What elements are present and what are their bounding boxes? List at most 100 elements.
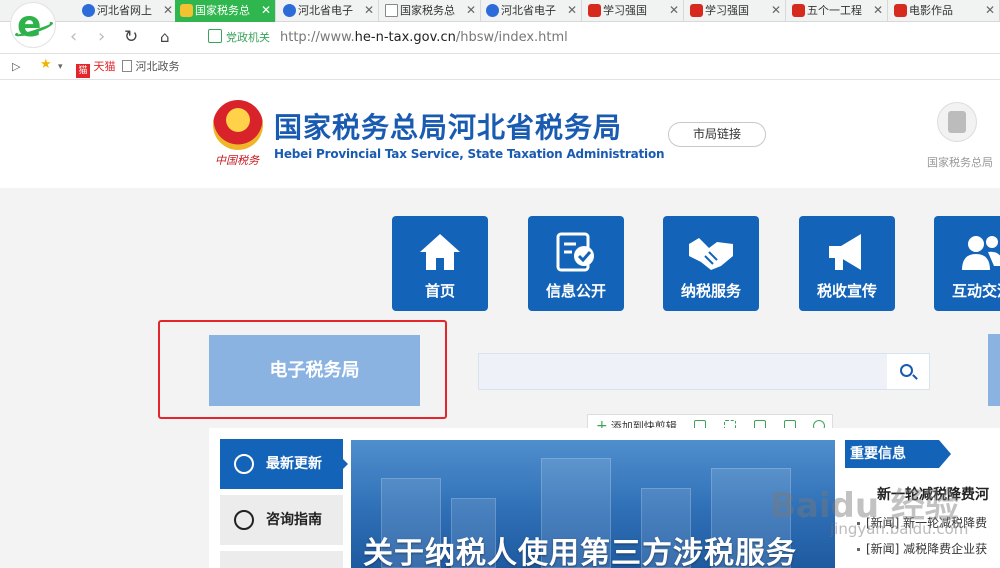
search-bar xyxy=(478,353,930,390)
tax-emblem-icon xyxy=(180,4,193,17)
browser-nav-bar: ‹ › ↻ ⌂ 党政机关 http://www.he-n-tax.gov.cn/h… xyxy=(0,22,1000,54)
browser-tab-active[interactable]: 国家税务总 ✕ xyxy=(175,0,276,22)
url-path: /hbsw/index.html xyxy=(455,30,568,45)
tax-emblem-icon xyxy=(213,100,263,150)
nav-tile-label: 税收宣传 xyxy=(816,282,877,300)
browser-tab[interactable]: 学习强国 ✕ xyxy=(583,0,684,22)
tab-label: 电影作品 xyxy=(909,4,953,17)
close-icon[interactable]: ✕ xyxy=(163,0,173,21)
tab-label: 国家税务总 xyxy=(195,4,250,17)
tab-label: 学习强国 xyxy=(705,4,749,17)
xuexi-icon xyxy=(894,4,907,17)
side-panel-tab[interactable] xyxy=(988,334,1000,406)
close-icon[interactable]: ✕ xyxy=(669,0,679,21)
chat-icon xyxy=(234,510,254,530)
browser-tab[interactable]: 学习强国 ✕ xyxy=(685,0,786,22)
important-news-header: 重要信息 xyxy=(845,440,951,468)
forward-arrow-icon[interactable]: › xyxy=(98,26,105,48)
news-banner[interactable]: 关于纳税人使用第三方涉税服务 xyxy=(351,440,835,568)
browser-tab[interactable]: 电影作品 ✕ xyxy=(889,0,1000,22)
tmall-icon: 猫 xyxy=(76,64,90,78)
tab-label: 学习强国 xyxy=(603,4,647,17)
search-button[interactable] xyxy=(887,354,929,389)
nav-tile-label: 首页 xyxy=(424,282,455,300)
browser-tab[interactable]: 国家税务总 ✕ xyxy=(380,0,481,22)
xuexi-icon xyxy=(690,4,703,17)
tab-label: 河北省电子 xyxy=(298,4,353,17)
nav-tile-label: 互动交流 xyxy=(951,282,1000,300)
sidebar-item-guide[interactable]: 咨询指南 xyxy=(220,495,343,545)
highlight-frame xyxy=(158,320,447,419)
sidebar-item-label: 最新更新 xyxy=(266,456,322,472)
news-item[interactable]: [新闻] 减税降费企业获 xyxy=(857,540,987,557)
address-bar[interactable]: 党政机关 http://www.he-n-tax.gov.cn/hbsw/inde… xyxy=(208,27,988,49)
tab-label: 河北省网上 xyxy=(97,4,152,17)
refresh-icon[interactable]: ↻ xyxy=(124,26,138,48)
clock-refresh-icon xyxy=(234,454,254,474)
bookmark-label: 河北政务 xyxy=(135,60,180,73)
handshake-icon xyxy=(689,238,733,270)
document-icon xyxy=(122,60,132,72)
close-icon[interactable]: ✕ xyxy=(771,0,781,21)
home-icon xyxy=(420,234,460,270)
sidebar-item-latest[interactable]: 最新更新 xyxy=(220,439,343,489)
site-subtitle: Hebei Provincial Tax Service, State Taxa… xyxy=(274,147,665,161)
site-header: 中国税务 国家税务总局河北省税务局 Hebei Provincial Tax S… xyxy=(0,80,1000,188)
baidu-paw-icon xyxy=(283,4,296,17)
search-input[interactable] xyxy=(479,354,887,389)
xuexi-icon xyxy=(588,4,601,17)
bookmark-bar: ▷ ★ ▾ 猫 天猫 河北政务 xyxy=(0,54,1000,80)
baidu-watermark-url: jingyan.baidu.com xyxy=(830,520,969,538)
browser-tab[interactable]: 五个一工程 ✕ xyxy=(787,0,888,22)
tab-label: 河北省电子 xyxy=(501,4,556,17)
close-icon[interactable]: ✕ xyxy=(466,0,476,21)
url-domain: he-n-tax.gov.cn xyxy=(354,30,456,45)
city-link-button[interactable]: 市局链接 xyxy=(668,122,766,147)
close-icon[interactable]: ✕ xyxy=(364,0,374,21)
nav-tile-home[interactable]: 首页 xyxy=(392,216,488,311)
national-tax-caption[interactable]: 国家税务总局 xyxy=(927,154,993,170)
sidebar-item-label: 咨询指南 xyxy=(266,512,322,528)
site-title[interactable]: 国家税务总局河北省税务局 xyxy=(274,106,622,146)
browser-logo-icon[interactable]: e xyxy=(10,2,56,48)
browser-tab[interactable]: 河北省电子 ✕ xyxy=(481,0,582,22)
close-icon[interactable]: ✕ xyxy=(985,0,995,21)
star-icon[interactable]: ★ xyxy=(40,57,52,73)
close-icon[interactable]: ✕ xyxy=(873,0,883,21)
document-check-icon xyxy=(556,232,594,272)
xuexi-icon xyxy=(792,4,805,17)
people-icon xyxy=(962,236,1000,270)
back-arrow-icon[interactable]: ‹ xyxy=(70,26,77,48)
url-prefix: http://www. xyxy=(280,30,355,45)
sidebar-item[interactable] xyxy=(220,551,343,568)
bookmark-item[interactable]: 河北政务 xyxy=(122,59,180,75)
national-tax-logo-icon[interactable] xyxy=(937,102,977,142)
tab-label: 五个一工程 xyxy=(807,4,862,17)
close-icon[interactable]: ✕ xyxy=(567,0,577,21)
active-arrow xyxy=(343,459,348,469)
banner-headline[interactable]: 关于纳税人使用第三方涉税服务 xyxy=(363,528,797,568)
nav-tile-publicity[interactable]: 税收宣传 xyxy=(799,216,895,311)
baidu-paw-icon xyxy=(82,4,95,17)
browser-tab[interactable]: 河北省电子 ✕ xyxy=(278,0,379,22)
nav-tile-label: 信息公开 xyxy=(545,282,606,300)
home-icon[interactable]: ⌂ xyxy=(160,26,170,48)
chevron-down-icon[interactable]: ▾ xyxy=(58,59,63,75)
sidebar-toggle-icon[interactable]: ▷ xyxy=(12,59,20,75)
gov-badge: 党政机关 xyxy=(226,31,270,44)
bookmark-item[interactable]: 猫 天猫 xyxy=(76,59,116,78)
nav-tile-interaction[interactable]: 互动交流 xyxy=(934,216,1000,311)
close-icon[interactable]: ✕ xyxy=(261,0,271,21)
shield-icon xyxy=(208,29,222,43)
tab-label: 国家税务总 xyxy=(400,4,455,17)
nav-tile-service[interactable]: 纳税服务 xyxy=(663,216,759,311)
megaphone-icon xyxy=(829,234,861,270)
bookmark-label: 天猫 xyxy=(93,60,116,73)
baidu-paw-icon xyxy=(486,4,499,17)
nav-tile-info[interactable]: 信息公开 xyxy=(528,216,624,311)
browser-tab-bar: 河北省网上 ✕ 国家税务总 ✕ 河北省电子 ✕ 国家税务总 ✕ 河北省电子 ✕ … xyxy=(0,0,1000,22)
nav-tile-label: 纳税服务 xyxy=(680,282,741,300)
emblem-caption: 中国税务 xyxy=(215,154,259,167)
browser-tab[interactable]: 河北省网上 ✕ xyxy=(77,0,178,22)
document-icon xyxy=(385,4,398,17)
